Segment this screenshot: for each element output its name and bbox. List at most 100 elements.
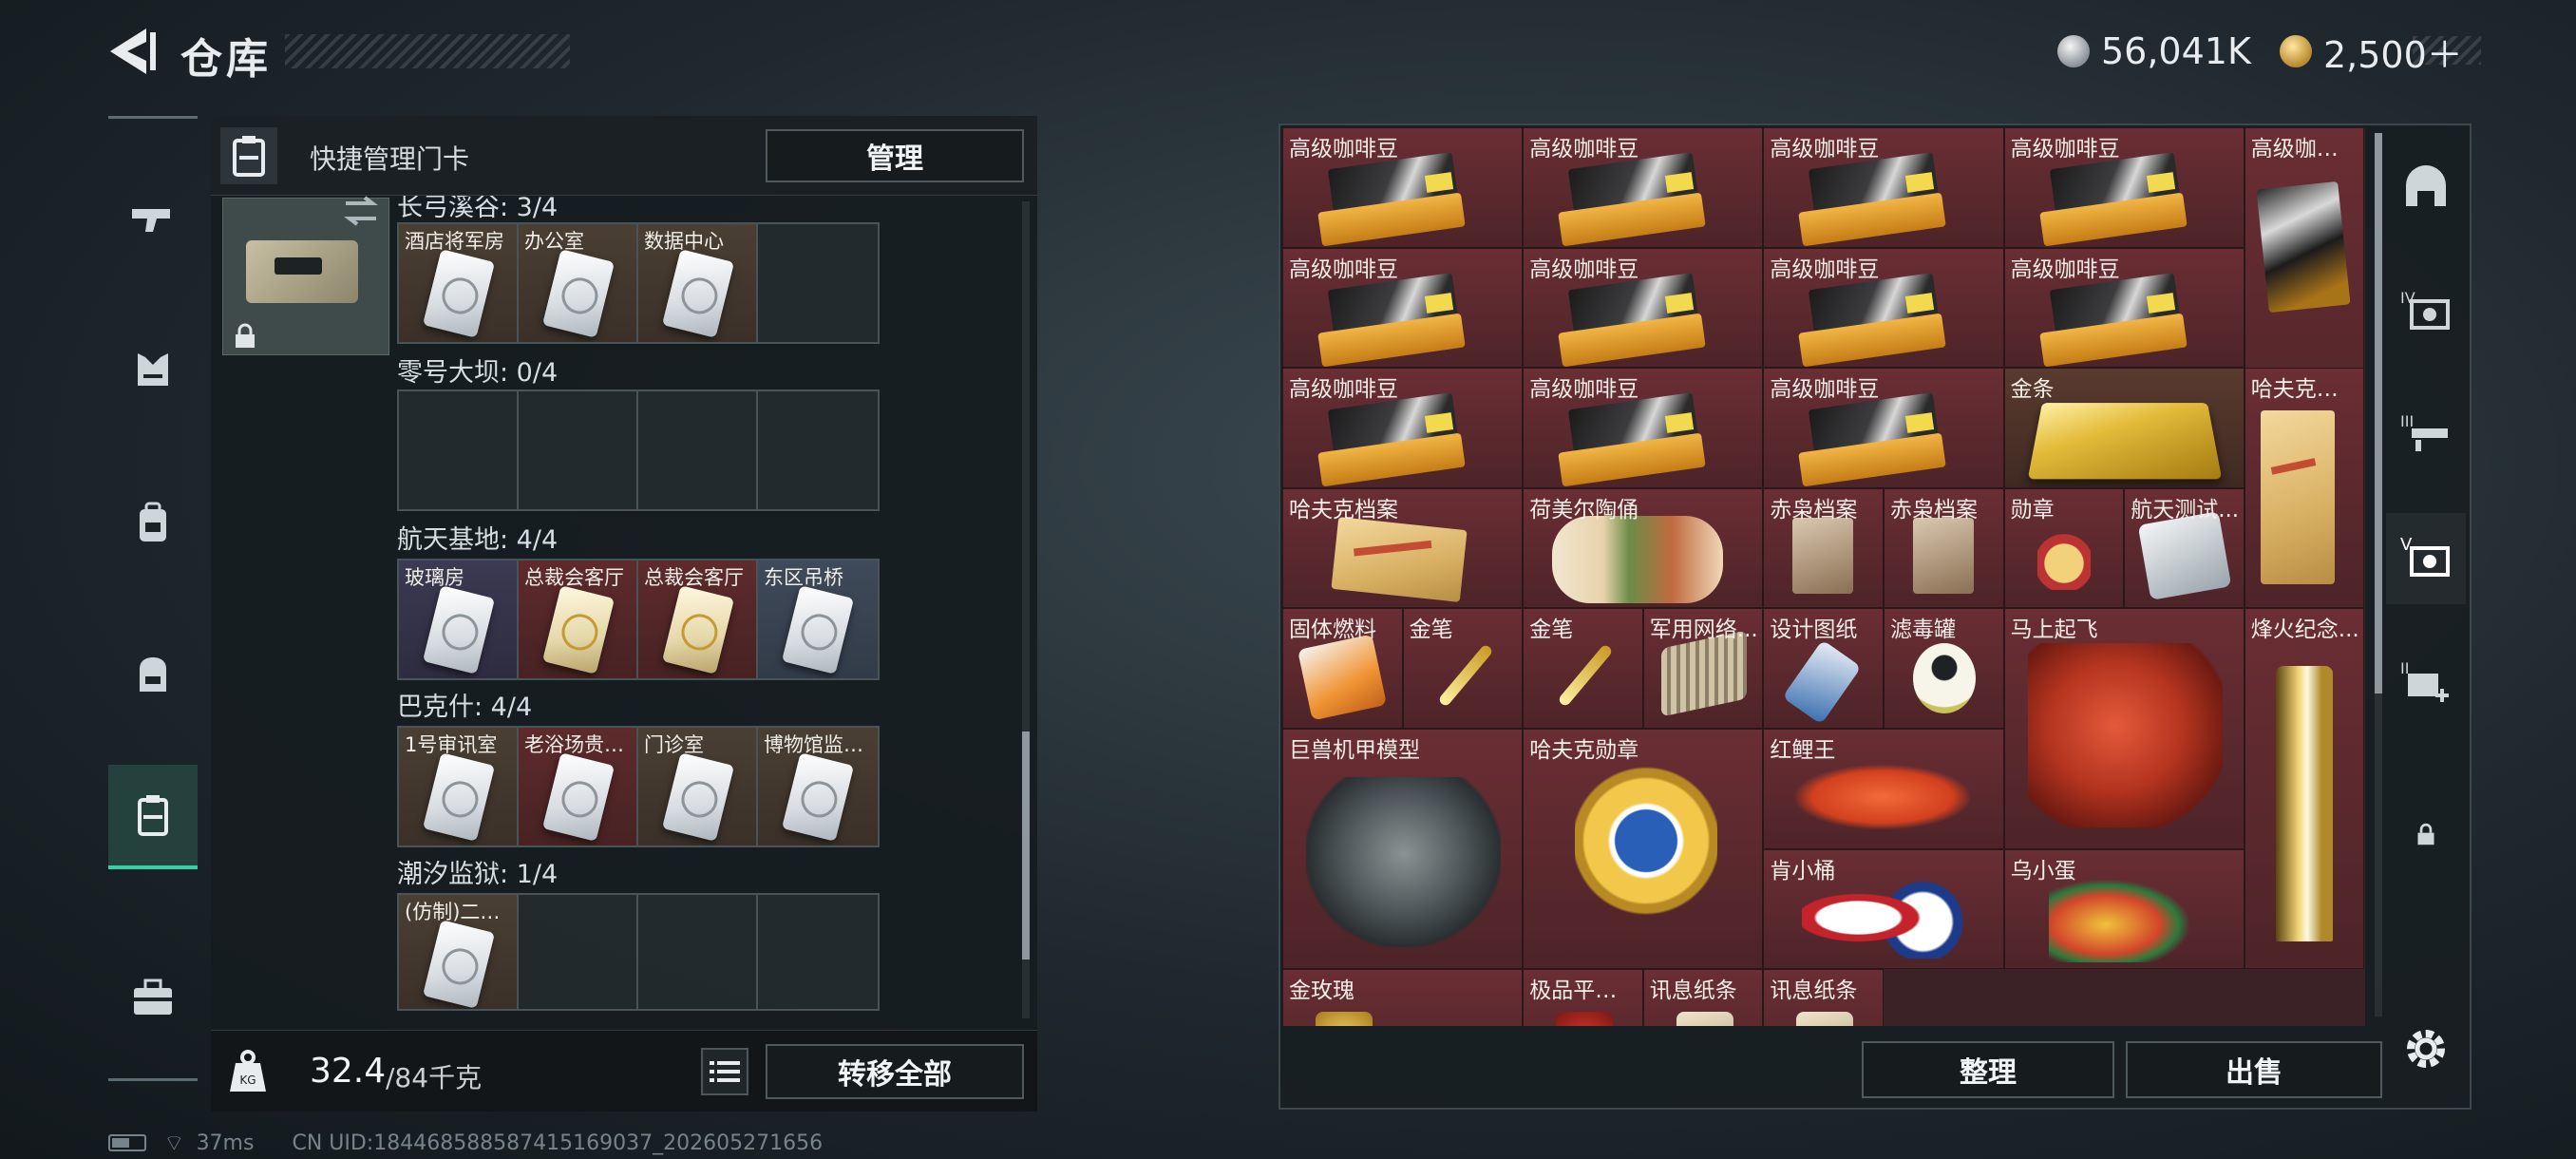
svg-text:KG: KG [239, 1074, 256, 1087]
stash-item[interactable]: 高级咖啡豆 [1523, 127, 1764, 248]
stash-item[interactable]: 赤枭档案 [1763, 487, 1884, 609]
stash-item[interactable]: 航天测试... [2124, 487, 2245, 609]
stash-item[interactable]: 高级咖啡豆 [1523, 247, 1764, 369]
list-view-button[interactable] [701, 1048, 748, 1095]
nav-weapons[interactable] [108, 166, 198, 271]
keycard-slot[interactable]: 数据中心 [638, 224, 758, 342]
stash-tab-2-add[interactable]: II [2386, 636, 2466, 728]
keycard-slot-empty[interactable] [638, 895, 758, 1009]
stash-item[interactable]: 高级咖啡豆 [1282, 127, 1524, 248]
stash-item-label: 高级咖啡豆 [1770, 256, 1880, 282]
stash-item[interactable]: 哈夫克勋章 [1523, 729, 1764, 970]
keycard-slot[interactable]: 玻璃房 [399, 560, 519, 678]
nav-bag[interactable] [108, 622, 198, 727]
stash-tab-3[interactable]: III [2386, 390, 2466, 481]
keycard-icon [781, 585, 855, 674]
stash-item[interactable]: 巨兽机甲模型 [1282, 729, 1524, 970]
egg-icon [2048, 878, 2191, 962]
stash-item[interactable]: 高级咖啡豆 [2003, 247, 2245, 369]
keycard-slot[interactable]: 1号审讯室 [399, 728, 519, 846]
stash-item[interactable]: 军用网络... [1642, 608, 1764, 729]
keycard-slot-empty[interactable] [758, 895, 878, 1009]
stash-item-label: 哈夫克勋章 [1529, 738, 1639, 763]
folder-tall-icon [2260, 410, 2335, 585]
keycard-slot[interactable]: 老浴场贵宾室 [519, 728, 638, 846]
stash-tab-4[interactable]: IV [2386, 266, 2466, 357]
slot-label: 办公室 [524, 230, 584, 253]
keycard-slot-empty[interactable] [758, 224, 878, 342]
tier2-add-tab-icon: II [2400, 659, 2449, 702]
stash-scroll-thumb[interactable] [2375, 133, 2382, 694]
back-arrow-icon[interactable] [104, 23, 158, 80]
transfer-all-button[interactable]: 转移全部 [766, 1044, 1024, 1099]
sell-button[interactable]: 出售 [2126, 1041, 2382, 1098]
group-header-bakesh: 巴克什: 4/4 [397, 693, 533, 722]
swap-icon[interactable] [342, 194, 380, 228]
stash-item[interactable]: 高级咖啡豆 [1523, 368, 1764, 488]
stash-item-label: 赤枭档案 [1890, 497, 1978, 522]
keycard-slot[interactable]: (仿制)二号牢房 [399, 895, 519, 1009]
stash-item[interactable]: 高级咖啡豆 [1763, 127, 2004, 248]
nav-toolbox[interactable] [108, 945, 198, 1050]
stash-item[interactable]: 金笔 [1402, 608, 1524, 729]
note-icon [1676, 1012, 1733, 1026]
router-icon [1660, 630, 1747, 717]
tier5-tab-icon: V [2400, 535, 2450, 577]
stash-item[interactable]: 乌小蛋 [2003, 848, 2245, 970]
stash-item[interactable]: 金玫瑰 [1282, 969, 1524, 1026]
stash-item[interactable]: 讯息纸条 [1763, 969, 1884, 1026]
stash-item-label: 荷美尔陶俑 [1529, 497, 1639, 522]
stash-item[interactable]: 设计图纸 [1763, 608, 1884, 729]
nav-armor[interactable] [108, 318, 198, 423]
settings-gear-icon[interactable] [2399, 1022, 2453, 1075]
keycard-slot[interactable]: 总裁会客厅 [519, 560, 638, 678]
stash-tab-5[interactable]: V [2386, 513, 2466, 604]
keycard-slot-empty[interactable] [638, 391, 758, 509]
stash-item[interactable]: 荷美尔陶俑 [1523, 487, 1764, 609]
slot-label: 1号审讯室 [405, 733, 498, 756]
keycard-slot[interactable]: 东区吊桥 [758, 560, 878, 678]
left-scroll-thumb[interactable] [1022, 732, 1030, 960]
keycard-icon [781, 752, 855, 842]
stash-item[interactable]: 极品平安果 [1523, 969, 1643, 1026]
keycard-slot[interactable]: 门诊室 [638, 728, 758, 846]
stash-item[interactable]: 肯小桶 [1763, 848, 2004, 970]
stash-item[interactable]: 勋章 [2003, 487, 2125, 609]
keycard-slot[interactable]: 办公室 [519, 224, 638, 342]
keycard-slot-empty[interactable] [399, 391, 519, 509]
keycard-slot[interactable]: 酒店将军房 [399, 224, 519, 342]
stash-item[interactable]: 高级咖啡豆 [1282, 368, 1524, 488]
stash-item[interactable]: 哈夫克档案 [1282, 487, 1524, 609]
stash-item[interactable]: 马上起飞 [2003, 608, 2245, 849]
stash-item[interactable]: 红鲤王 [1763, 729, 2004, 849]
fuel-icon [1297, 634, 1388, 721]
stash-item[interactable]: 金笔 [1523, 608, 1643, 729]
stash-item[interactable]: 滤毒罐 [1884, 608, 2004, 729]
stash-item[interactable]: 高级咖啡豆 [2003, 127, 2245, 248]
nav-keycards[interactable] [108, 765, 198, 869]
stash-item[interactable]: 高级咖啡豆 [1763, 368, 2004, 488]
nav-backpack[interactable] [108, 470, 198, 575]
sort-button[interactable]: 整理 [1862, 1041, 2114, 1098]
stash-tab-helmet[interactable] [2386, 142, 2466, 234]
stash-item[interactable]: 高级咖啡豆 [1763, 247, 2004, 369]
stash-item[interactable]: 固体燃料 [1282, 608, 1403, 729]
stash-item[interactable]: 金条 [2003, 368, 2245, 488]
stash-item[interactable]: 赤枭档案 [1884, 487, 2004, 609]
keycard-slot-empty[interactable] [519, 391, 638, 509]
stash-item-label: 巨兽机甲模型 [1289, 738, 1420, 763]
stash-item[interactable]: 烽火纪念... [2244, 608, 2365, 970]
silver-coin-icon [2057, 35, 2090, 67]
keycard-slot-empty[interactable] [758, 391, 878, 509]
stash-item-label: 马上起飞 [2010, 618, 2098, 643]
keycard-slot[interactable]: 总裁会客厅 [638, 560, 758, 678]
stash-item[interactable]: 哈夫克档案 [2244, 368, 2365, 609]
badge-icon [1575, 764, 1718, 948]
stash-item[interactable]: 高级咖啡豆 [1282, 247, 1524, 369]
manage-button[interactable]: 管理 [766, 129, 1024, 182]
silver-currency[interactable]: 56,041K [2057, 27, 2251, 76]
stash-item-label: 哈夫克档案 [1289, 497, 1398, 522]
stash-item[interactable]: 讯息纸条 [1642, 969, 1764, 1026]
keycard-slot[interactable]: 博物馆监控室 [758, 728, 878, 846]
keycard-slot-empty[interactable] [519, 895, 638, 1009]
